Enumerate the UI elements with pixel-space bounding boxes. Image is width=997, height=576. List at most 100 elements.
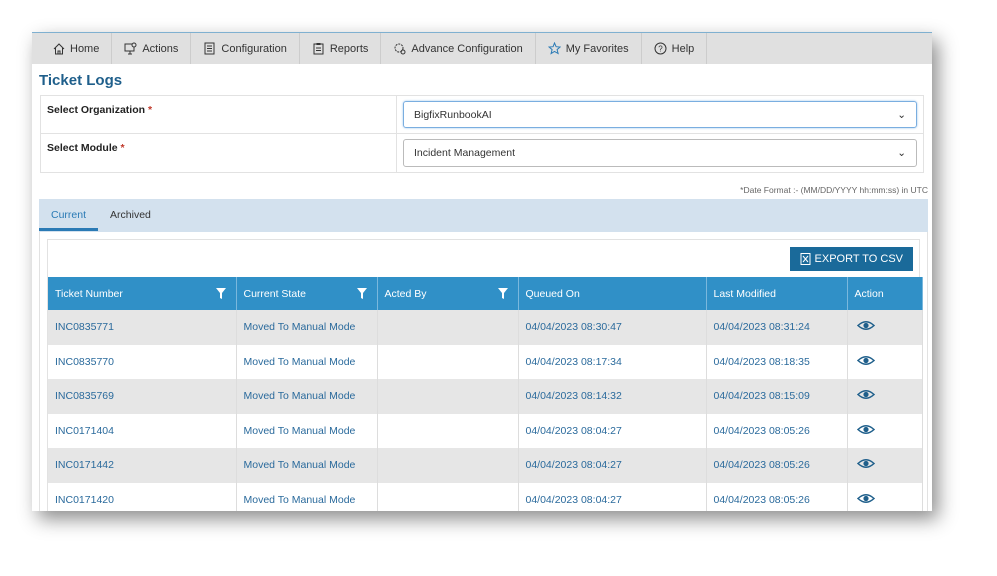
cell[interactable]: INC0835771 [48,310,237,345]
nav-item-reports[interactable]: Reports [300,33,382,64]
column-header[interactable]: Last Modified [706,277,848,310]
view-eye-icon[interactable] [856,355,875,366]
app-window: Home Actions Configuration Reports Advance C… [32,32,932,511]
cell: 04/04/2023 08:30:47 [518,310,707,345]
tab-panel: EXPORT TO CSV Ticket Number Current State… [39,232,928,511]
table-row: INC0835770 Moved To Manual Mode 04/04/2023… [48,344,923,379]
view-eye-icon[interactable] [856,320,875,331]
cell[interactable]: INC0835770 [48,344,237,379]
filter-icon[interactable] [497,288,508,299]
cell[interactable]: INC0171420 [48,482,237,511]
column-header[interactable]: Current State [236,277,378,310]
cell: Moved To Manual Mode [236,448,378,483]
column-header[interactable]: Ticket Number [48,277,237,310]
filter-icon[interactable] [356,288,367,299]
cell: 04/04/2023 08:05:26 [706,448,848,483]
table-row: INC0835771 Moved To Manual Mode 04/04/2023… [48,310,923,345]
cell: 04/04/2023 08:17:34 [518,344,707,379]
column-label: Last Modified [713,287,776,300]
nav-label: Help [671,42,695,55]
view-eye-icon[interactable] [856,424,875,435]
column-label: Current State [243,287,306,300]
tab-archived[interactable]: Archived [98,199,163,231]
export-csv-button[interactable]: EXPORT TO CSV [789,246,913,271]
cell: 04/04/2023 08:05:26 [706,413,848,448]
tabs: Current Archived [39,199,928,232]
cell: Moved To Manual Mode [236,482,378,511]
action-cell [847,344,923,379]
org-value: BigfixRunbookAI [414,108,492,121]
excel-file-icon [800,252,811,265]
cell: Moved To Manual Mode [236,379,378,414]
nav-item-advance-configuration[interactable]: Advance Configuration [381,33,536,64]
filter-icon[interactable] [215,288,226,299]
cell [377,448,519,483]
top-nav: Home Actions Configuration Reports Advance C… [32,33,932,64]
table-row: INC0171404 Moved To Manual Mode 04/04/2023… [48,413,923,448]
table-row: INC0835769 Moved To Manual Mode 04/04/2023… [48,379,923,414]
nav-item-home[interactable]: Home [40,33,113,64]
module-label: Select Module [47,142,118,154]
nav-item-actions[interactable]: Actions [112,33,192,64]
cell[interactable]: INC0171442 [48,448,237,483]
action-cell [847,310,923,345]
cell: 04/04/2023 08:05:26 [706,482,848,511]
column-label: Queued On [525,287,580,300]
cell [377,379,519,414]
chevron-down-icon: ⌄ [897,147,906,159]
nav-item-help[interactable]: ? Help [642,33,708,64]
org-label: Select Organization [47,104,146,116]
export-label: EXPORT TO CSV [814,252,903,265]
cell [377,344,519,379]
svg-text:?: ? [658,45,663,54]
star-icon [547,42,561,55]
home-icon [53,43,65,55]
nav-label: Actions [142,42,179,55]
cell: 04/04/2023 08:04:27 [518,448,707,483]
column-header[interactable]: Acted By [377,277,519,310]
gear-icon [394,43,406,55]
cell: 04/04/2023 08:18:35 [706,344,848,379]
cell[interactable]: INC0835769 [48,379,237,414]
cell: 04/04/2023 08:31:24 [706,310,848,345]
cell [377,482,519,511]
grid-container: EXPORT TO CSV Ticket Number Current State… [47,239,923,511]
cell: 04/04/2023 08:15:09 [706,379,848,414]
cell: Moved To Manual Mode [236,413,378,448]
action-cell [847,413,923,448]
tab-current[interactable]: Current [39,199,99,231]
nav-label: Home [70,42,100,55]
nav-label: Advance Configuration [411,42,523,55]
view-eye-icon[interactable] [856,389,875,400]
action-cell [847,482,923,511]
column-label: Ticket Number [55,287,123,300]
view-eye-icon[interactable] [856,458,875,469]
page-title: Ticket Logs [39,72,123,89]
clipboard-icon [313,43,324,55]
organization-select[interactable]: BigfixRunbookAI ⌄ [403,101,917,128]
monitor-icon [124,42,137,55]
cell[interactable]: INC0171404 [48,413,237,448]
module-select[interactable]: Incident Management ⌄ [403,139,917,167]
cell: Moved To Manual Mode [236,310,378,345]
column-label: Acted By [384,287,427,300]
nav-item-my-favorites[interactable]: My Favorites [536,33,642,64]
view-eye-icon[interactable] [856,493,875,504]
help-icon: ? [654,42,667,55]
date-format-note: *Date Format :- (MM/DD/YYYY hh:mm:ss) in… [740,185,928,195]
table-row: INC0171442 Moved To Manual Mode 04/04/2023… [48,448,923,483]
nav-label: Reports [329,42,369,55]
required-marker: * [120,142,125,154]
required-marker: * [147,104,153,116]
nav-item-configuration[interactable]: Configuration [191,33,300,64]
column-header[interactable]: Action [847,277,923,310]
column-label: Action [854,287,884,300]
cell: 04/04/2023 08:04:27 [518,413,707,448]
ticket-table: Ticket Number Current State Acted By Queued… [48,277,923,511]
cell [377,413,519,448]
column-header[interactable]: Queued On [518,277,707,310]
cell [377,310,519,345]
nav-label: My Favorites [565,42,629,55]
module-value: Incident Management [414,147,515,159]
cell: Moved To Manual Mode [236,344,378,379]
